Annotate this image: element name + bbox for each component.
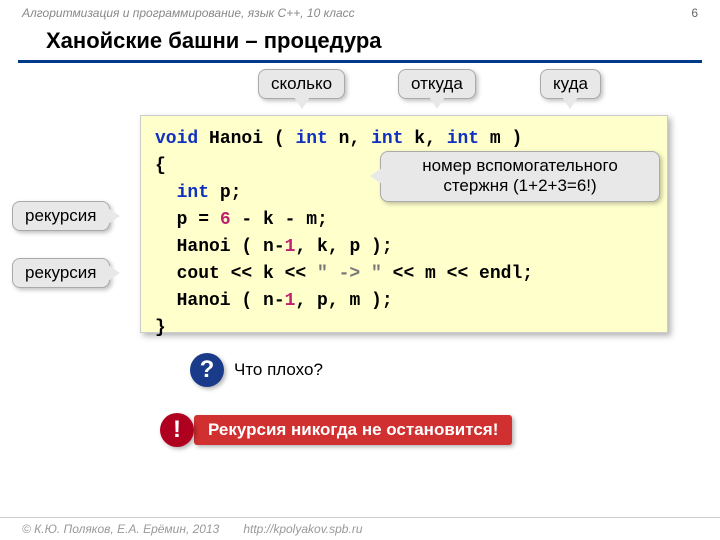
warning-row: ! Рекурсия никогда не остановится! <box>160 413 512 447</box>
warning-icon: ! <box>160 413 194 447</box>
content: сколько откуда куда рекурсия рекурсия vo… <box>0 63 720 503</box>
callout-aux: номер вспомогательного стержня (1+2+3=6!… <box>380 151 660 202</box>
callout-howmany: сколько <box>258 69 345 99</box>
question-row: ? Что плохо? <box>190 353 333 387</box>
footer: © К.Ю. Поляков, Е.А. Ерёмин, 2013 http:/… <box>0 517 720 540</box>
callout-from: откуда <box>398 69 476 99</box>
question-text: Что плохо? <box>224 357 333 383</box>
course-label: Алгоритмизация и программирование, язык … <box>22 6 355 20</box>
header: Алгоритмизация и программирование, язык … <box>0 0 720 22</box>
question-icon: ? <box>190 353 224 387</box>
page-title: Ханойские башни – процедура <box>18 22 702 63</box>
callout-recursion-1: рекурсия <box>12 201 110 231</box>
page-number: 6 <box>691 6 698 20</box>
copyright: © К.Ю. Поляков, Е.А. Ерёмин, 2013 <box>22 522 219 536</box>
warning-text: Рекурсия никогда не остановится! <box>194 415 512 445</box>
footer-url: http://kpolyakov.spb.ru <box>243 522 362 536</box>
callout-to: куда <box>540 69 601 99</box>
callout-recursion-2: рекурсия <box>12 258 110 288</box>
code-block: void Hanoi ( int n, int k, int m ) { int… <box>140 115 668 333</box>
